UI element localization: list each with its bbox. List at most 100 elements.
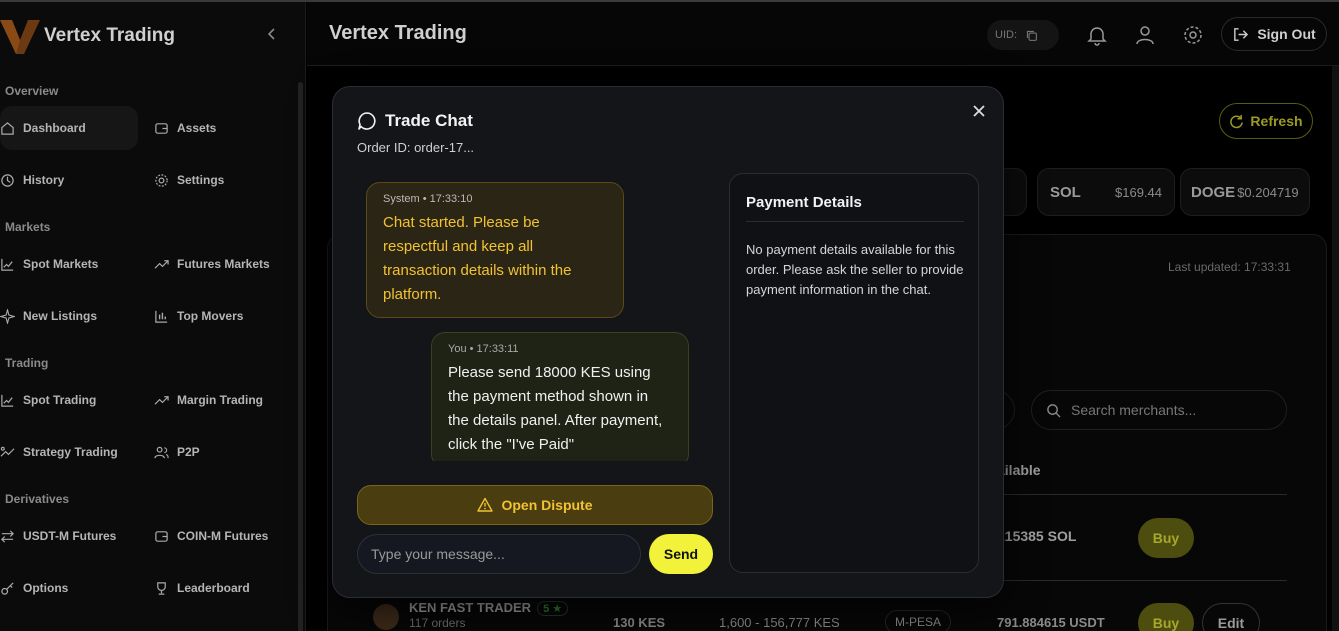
ticker-price: $0.204719 [1237, 184, 1299, 200]
chat-messages[interactable]: System • 17:33:10 Chat started. Please b… [357, 173, 713, 461]
search-icon [1047, 403, 1061, 418]
search-placeholder: Search merchants... [1071, 402, 1197, 418]
page-title: Vertex Trading [329, 22, 467, 44]
wallet-icon [155, 530, 168, 542]
ticker-symbol: SOL [1050, 183, 1081, 201]
home-icon [1, 121, 14, 135]
gear-icon[interactable] [1182, 24, 1204, 46]
sparkle-icon [0, 308, 15, 324]
chat-bubble-icon [358, 112, 376, 130]
row-limits: 1,600 - 156,777 KES [719, 615, 840, 630]
collapse-sidebar-icon[interactable] [262, 24, 282, 44]
send-button[interactable]: Send [649, 534, 713, 574]
ticker-card-doge[interactable]: DOGE $0.204719 [1180, 168, 1310, 216]
sidebar-item-strategy-trading[interactable]: Strategy Trading [0, 430, 118, 474]
trend-up-icon [154, 259, 169, 269]
sidebar-item-margin-trading[interactable]: Margin Trading [154, 378, 263, 422]
sidebar-scrollbar[interactable] [298, 82, 303, 631]
message-meta: System • 17:33:10 [383, 193, 473, 205]
merchant-search-input[interactable]: Search merchants... [1031, 390, 1287, 430]
sidebar-item-futures-markets[interactable]: Futures Markets [154, 242, 270, 286]
row-available: 215385 SOL [997, 528, 1077, 544]
sidebar-item-label: Assets [177, 121, 217, 135]
section-label-overview: Overview [5, 84, 59, 98]
history-icon [1, 173, 14, 187]
sidebar-item-usdt-m-futures[interactable]: USDT-M Futures [0, 514, 116, 558]
brand[interactable]: Vertex Trading [0, 16, 175, 56]
top-header: Vertex Trading UID: Sign Out [307, 2, 1339, 66]
sidebar-item-options[interactable]: Options [0, 566, 68, 610]
uid-label: UID: [995, 29, 1017, 41]
last-updated: Last updated: 17:33:31 [1168, 260, 1291, 274]
sidebar-item-label: Leaderboard [177, 581, 250, 595]
users-icon [154, 446, 169, 458]
sidebar-item-settings[interactable]: Settings [154, 158, 224, 202]
merchant-name: KEN FAST TRADER [409, 600, 532, 615]
trophy-icon [157, 581, 166, 595]
payment-details-title: Payment Details [746, 194, 964, 222]
wallet-icon [155, 122, 168, 134]
sidebar-item-dashboard[interactable]: Dashboard [0, 106, 138, 150]
sidebar-item-label: New Listings [23, 309, 98, 323]
sidebar-item-label: COIN-M Futures [177, 529, 269, 543]
bell-icon[interactable] [1086, 24, 1108, 46]
sign-out-button[interactable]: Sign Out [1221, 17, 1327, 51]
sidebar-item-label: History [23, 173, 65, 187]
rating-badge: 5 ★ [537, 601, 569, 616]
page-scrollbar[interactable] [1332, 66, 1339, 631]
sign-out-icon [1234, 27, 1249, 41]
buy-button[interactable]: Buy [1138, 603, 1194, 631]
brand-name: Vertex Trading [44, 25, 175, 46]
sidebar-item-history[interactable]: History [0, 158, 64, 202]
sidebar-item-label: Top Movers [177, 309, 244, 323]
message-input[interactable] [357, 534, 641, 574]
sidebar-item-new-listings[interactable]: New Listings [0, 294, 97, 338]
section-label-markets: Markets [5, 220, 51, 234]
payment-details-text: No payment details available for this or… [746, 242, 964, 297]
sidebar-item-label: USDT-M Futures [23, 529, 117, 543]
close-icon[interactable] [969, 101, 989, 121]
edit-button[interactable]: Edit [1202, 603, 1260, 631]
sidebar-item-spot-trading[interactable]: Spot Trading [0, 378, 96, 422]
user-message: You • 17:33:11 Please send 18000 KES usi… [431, 332, 689, 461]
sidebar-item-label: Margin Trading [177, 393, 264, 407]
trade-chat-modal: Trade Chat Order ID: order-17... System … [332, 86, 1004, 598]
sidebar-item-assets[interactable]: Assets [154, 106, 216, 150]
modal-title: Trade Chat [357, 111, 473, 131]
payment-details-panel: Payment Details No payment details avail… [729, 173, 979, 573]
sidebar-item-label: P2P [177, 445, 200, 459]
gear-icon [155, 173, 168, 187]
system-message: System • 17:33:10 Chat started. Please b… [366, 182, 624, 318]
sidebar-item-p2p[interactable]: P2P [154, 430, 200, 474]
swap-icon [1, 529, 14, 543]
sidebar-item-label: Dashboard [23, 121, 86, 135]
key-icon [1, 581, 14, 595]
trend-up-icon [154, 395, 169, 405]
row-available: 791.884615 USDT [997, 615, 1105, 630]
sidebar: Vertex Trading Overview Dashboard Assets… [0, 2, 306, 631]
uid-badge[interactable]: UID: [987, 20, 1059, 50]
payment-method-badge: M-PESA [885, 610, 951, 631]
refresh-button[interactable]: Refresh [1219, 103, 1313, 139]
buy-button[interactable]: Buy [1138, 518, 1194, 558]
section-label-derivatives: Derivatives [5, 492, 70, 506]
section-label-trading: Trading [5, 356, 49, 370]
copy-icon[interactable] [1025, 29, 1038, 42]
avatar [373, 604, 399, 630]
sidebar-item-spot-markets[interactable]: Spot Markets [0, 242, 98, 286]
user-icon[interactable] [1134, 24, 1156, 46]
sidebar-item-top-movers[interactable]: Top Movers [154, 294, 243, 338]
sidebar-item-label: Strategy Trading [23, 445, 118, 459]
open-dispute-button[interactable]: Open Dispute [357, 485, 713, 525]
refresh-label: Refresh [1250, 113, 1303, 129]
warning-icon [477, 497, 494, 512]
sidebar-item-coin-m-futures[interactable]: COIN-M Futures [154, 514, 268, 558]
message-text: Chat started. Please be respectful and k… [383, 214, 572, 303]
ticker-card-sol[interactable]: SOL $169.44 [1037, 168, 1175, 216]
sidebar-item-leaderboard[interactable]: Leaderboard [154, 566, 250, 610]
sidebar-item-label: Spot Trading [23, 393, 97, 407]
merchant-orders: 117 orders [409, 616, 466, 630]
sidebar-item-label: Settings [177, 173, 225, 187]
open-dispute-label: Open Dispute [501, 497, 593, 513]
merchant-cell[interactable]: KEN FAST TRADER 5 ★ 117 orders [373, 600, 569, 630]
